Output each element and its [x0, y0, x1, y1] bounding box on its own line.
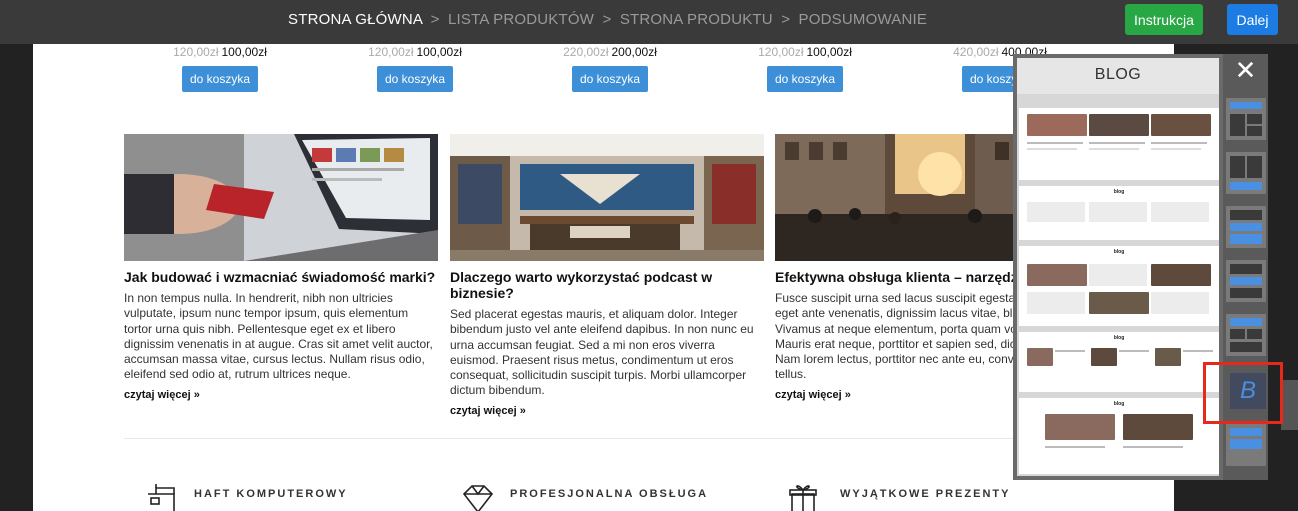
- old-price: 120,00zł: [758, 45, 804, 59]
- post-image-credit-card: [124, 134, 438, 261]
- thumb-card: [1089, 264, 1147, 286]
- add-to-cart-button[interactable]: do koszyka: [571, 66, 649, 92]
- layout-option[interactable]: [1226, 424, 1266, 466]
- gift-icon: [788, 482, 828, 511]
- thumb-text-line: [1089, 148, 1139, 150]
- post-title[interactable]: Jak budować i wzmacniać świadomość marki…: [124, 269, 438, 285]
- thumb-image: [1089, 292, 1149, 314]
- thumb-card: [1027, 292, 1085, 314]
- thumb-text-line: [1027, 142, 1083, 144]
- blog-template-panel: BLOG blog blog blog blog: [1013, 54, 1223, 480]
- blog-post: Jak budować i wzmacniać świadomość marki…: [124, 134, 438, 401]
- thumb-image: [1151, 264, 1211, 286]
- thumb-text-line: [1045, 446, 1105, 448]
- product-prices: 120,00zł 100,00zł: [160, 44, 280, 62]
- thumb-card: [1151, 292, 1209, 314]
- thumb-title: blog: [1113, 335, 1125, 341]
- crumb-separator: >: [602, 11, 612, 28]
- price: 200,00zł: [611, 45, 657, 59]
- blog-layout-selected-icon[interactable]: B: [1230, 373, 1266, 409]
- thumb-image: [1151, 114, 1211, 136]
- layout-option[interactable]: [1226, 206, 1266, 248]
- thumb-image: [1089, 114, 1149, 136]
- breadcrumb: STRONA GŁÓWNA > LISTA PRODUKTÓW > STRONA…: [288, 11, 927, 28]
- price: 100,00zł: [416, 45, 462, 59]
- thumb-image: [1027, 348, 1053, 366]
- blog-template-list[interactable]: blog blog blog blog: [1017, 94, 1219, 476]
- thumb-text-line: [1089, 142, 1145, 144]
- post-image-store: [450, 134, 764, 261]
- add-to-cart-button[interactable]: do koszyka: [181, 66, 259, 92]
- close-icon[interactable]: ✕: [1223, 54, 1268, 88]
- scrollbar-thumb[interactable]: [1281, 380, 1298, 430]
- crumb-separator: >: [781, 11, 791, 28]
- thumb-title: blog: [1113, 249, 1125, 255]
- thumb-text-line: [1027, 148, 1077, 150]
- crumb-product-page[interactable]: STRONA PRODUKTU: [620, 11, 773, 28]
- thumb-image: [1045, 414, 1115, 440]
- product-card: 120,00zł 100,00zł do koszyka: [355, 44, 475, 92]
- next-button[interactable]: Dalej: [1227, 4, 1278, 35]
- product-prices: 120,00zł 100,00zł: [355, 44, 475, 62]
- thumb-title: blog: [1113, 189, 1125, 195]
- read-more-link[interactable]: czytaj więcej »: [124, 389, 438, 401]
- post-title[interactable]: Dlaczego warto wykorzystać podcast w biz…: [450, 269, 764, 301]
- layout-option[interactable]: [1226, 314, 1266, 356]
- blog-post: Dlaczego warto wykorzystać podcast w biz…: [450, 134, 764, 417]
- add-to-cart-button[interactable]: do koszyka: [376, 66, 454, 92]
- add-to-cart-button[interactable]: do koszyka: [766, 66, 844, 92]
- post-excerpt: In non tempus nulla. In hendrerit, nibh …: [124, 291, 433, 382]
- instruction-button[interactable]: Instrukcja: [1125, 4, 1203, 35]
- blog-template-thumb[interactable]: blog: [1019, 398, 1219, 474]
- thumb-text-line: [1151, 142, 1207, 144]
- thumb-card: [1151, 202, 1209, 222]
- thumb-image: [1155, 348, 1181, 366]
- thumb-text-line: [1123, 446, 1183, 448]
- thumb-title: blog: [1113, 401, 1125, 407]
- thumb-text-line: [1183, 350, 1213, 352]
- top-navigation-bar: STRONA GŁÓWNA > LISTA PRODUKTÓW > STRONA…: [0, 0, 1298, 44]
- product-prices: 220,00zł 200,00zł: [550, 44, 670, 62]
- old-price: 120,00zł: [368, 45, 414, 59]
- thumb-text-line: [1055, 350, 1085, 352]
- post-excerpt: Sed placerat egestas mauris, et aliquam …: [450, 307, 754, 398]
- old-price: 420,00zł: [953, 45, 999, 59]
- thumb-image: [1123, 414, 1193, 440]
- panel-title: BLOG: [1017, 58, 1219, 94]
- layout-option[interactable]: [1226, 98, 1266, 140]
- crumb-summary[interactable]: PODSUMOWANIE: [799, 11, 928, 28]
- blog-template-thumb[interactable]: blog: [1019, 246, 1219, 326]
- sewing-machine-icon: [146, 482, 186, 511]
- page-preview: 120,00zł 100,00zł do koszyka 120,00zł 100,…: [33, 44, 1174, 511]
- price: 100,00zł: [806, 45, 852, 59]
- old-price: 120,00zł: [173, 45, 219, 59]
- product-card: 120,00zł 100,00zł do koszyka: [745, 44, 865, 92]
- product-card: 220,00zł 200,00zł do koszyka: [550, 44, 670, 92]
- crumb-separator: >: [430, 11, 440, 28]
- layout-option[interactable]: [1226, 152, 1266, 194]
- thumb-image: [1091, 348, 1117, 366]
- layout-option[interactable]: [1226, 260, 1266, 302]
- crumb-product-list[interactable]: LISTA PRODUKTÓW: [448, 11, 594, 28]
- read-more-link[interactable]: czytaj więcej »: [450, 405, 764, 417]
- feature-label: WYJĄTKOWE PREZENTY: [840, 488, 1011, 500]
- product-prices: 120,00zł 100,00zł: [745, 44, 865, 62]
- price: 100,00zł: [221, 45, 267, 59]
- blog-template-thumb[interactable]: blog: [1019, 186, 1219, 240]
- product-card: 120,00zł 100,00zł do koszyka: [160, 44, 280, 92]
- thumb-text-line: [1151, 148, 1201, 150]
- crumb-home[interactable]: STRONA GŁÓWNA: [288, 11, 422, 28]
- blog-template-thumb[interactable]: blog: [1019, 332, 1219, 392]
- thumb-image: [1027, 264, 1087, 286]
- thumb-card: [1089, 202, 1147, 222]
- thumb-image: [1027, 114, 1087, 136]
- blog-template-thumb[interactable]: [1019, 108, 1219, 180]
- feature-label: PROFESJONALNA OBSŁUGA: [510, 488, 709, 500]
- thumb-card: [1027, 202, 1085, 222]
- diamond-icon: [458, 482, 498, 511]
- thumb-text-line: [1119, 350, 1149, 352]
- feature-label: HAFT KOMPUTEROWY: [194, 488, 348, 500]
- old-price: 220,00zł: [563, 45, 609, 59]
